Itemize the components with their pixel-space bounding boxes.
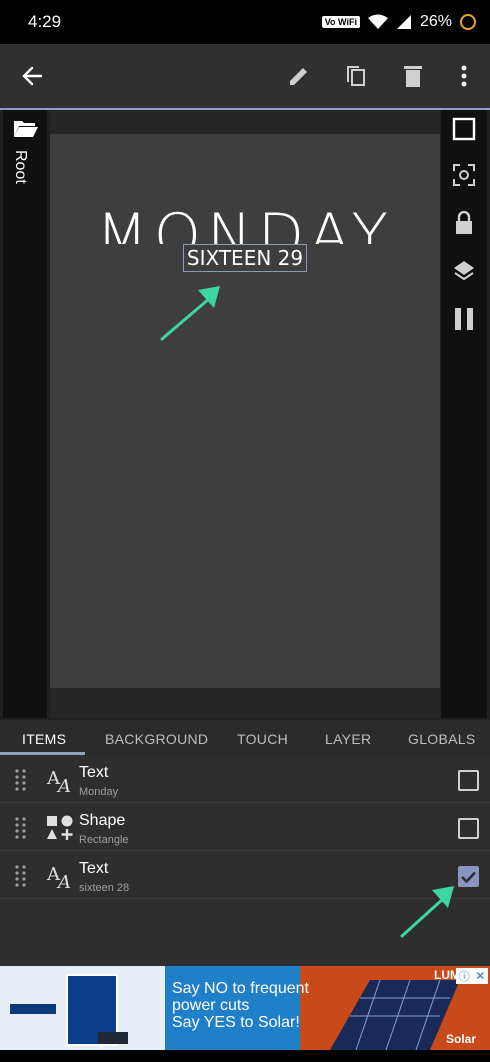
item-checkbox[interactable] — [458, 818, 479, 839]
pause-button[interactable] — [449, 304, 479, 334]
tab-items[interactable]: ITEMS — [22, 720, 66, 747]
left-rail: Root — [3, 110, 47, 718]
signal-icon — [396, 15, 411, 29]
canvas-top-margin — [50, 110, 440, 134]
status-time: 4:29 — [28, 12, 62, 31]
check-icon — [461, 871, 476, 883]
square-icon — [452, 117, 476, 141]
lock-button[interactable] — [449, 208, 479, 238]
layers-icon — [454, 261, 474, 281]
svg-text:A: A — [56, 776, 71, 794]
edit-button[interactable] — [279, 56, 319, 96]
item-subtitle: Monday — [79, 786, 119, 798]
focus-button[interactable] — [449, 160, 479, 190]
trash-icon — [404, 66, 422, 87]
copy-icon — [347, 66, 365, 86]
ad-tag: Solar — [446, 1032, 477, 1046]
tab-bar: ITEMS BACKGROUND TOUCH LAYER GLOBALS — [0, 720, 490, 756]
delete-button[interactable] — [393, 56, 433, 96]
item-subtitle: sixteen 28 — [79, 882, 130, 894]
pause-icon — [455, 308, 473, 330]
drag-handle-icon[interactable] — [14, 768, 28, 792]
text-icon: A A — [46, 864, 71, 890]
ad-line-2: power cuts — [172, 997, 250, 1014]
ad-know-more-badge — [10, 1004, 56, 1014]
tab-globals[interactable]: GLOBALS — [408, 720, 475, 747]
item-subtitle: Rectangle — [79, 834, 129, 846]
monday-text-item[interactable]: MONDAY — [50, 206, 440, 244]
bottom-bar — [0, 1050, 490, 1062]
ad-battery — [98, 1032, 128, 1044]
shape-icon — [47, 815, 73, 840]
ad-text: Say NO to frequent power cuts Say YES to… — [172, 980, 309, 1031]
item-title: Text — [79, 764, 109, 781]
arrow-left-icon — [22, 66, 43, 86]
ad-choices[interactable]: ⓘ ✕ — [456, 968, 488, 984]
items-list: A A Text Monday Shape Rectangle A A Text… — [0, 756, 490, 966]
tab-layer[interactable]: LAYER — [325, 720, 371, 747]
svg-text:A: A — [56, 872, 71, 890]
more-vert-icon — [461, 65, 467, 87]
text-icon: A A — [46, 768, 71, 794]
copy-button[interactable] — [336, 56, 376, 96]
back-button[interactable] — [12, 56, 52, 96]
info-icon[interactable]: ⓘ — [459, 968, 470, 984]
ad-solar-image — [0, 966, 165, 1050]
item-title: Shape — [79, 812, 126, 829]
folder-icon[interactable] — [13, 118, 39, 138]
root-label[interactable]: Root — [11, 150, 29, 184]
lock-icon — [456, 211, 472, 234]
selected-text-item[interactable]: SIXTEEN 29 — [183, 244, 307, 272]
battery-icon — [460, 14, 476, 30]
drag-handle-icon[interactable] — [14, 816, 28, 840]
app-bar — [0, 44, 490, 108]
pencil-icon — [290, 68, 307, 85]
more-options-button[interactable] — [444, 56, 484, 96]
tab-touch[interactable]: TOUCH — [237, 720, 288, 747]
fit-button[interactable] — [449, 114, 479, 144]
item-checkbox[interactable] — [458, 770, 479, 791]
wifi-icon — [367, 14, 388, 29]
close-icon[interactable]: ✕ — [475, 969, 485, 983]
annotation-arrow — [400, 886, 454, 938]
list-item[interactable]: A A Text Monday — [0, 756, 490, 803]
list-item[interactable]: Shape Rectangle — [0, 804, 490, 851]
ad-line-3: Say YES to Solar! — [172, 1014, 300, 1031]
layers-button[interactable] — [449, 256, 479, 286]
annotation-arrow — [160, 286, 220, 341]
preview-canvas[interactable]: MONDAY SIXTEEN 29 — [50, 134, 440, 688]
item-title: Text — [79, 860, 109, 877]
status-bar: 4:29 Vo WiFi 26% — [0, 0, 490, 44]
tab-indicator — [0, 752, 85, 755]
ad-banner[interactable]: Say NO to frequent power cuts Say YES to… — [0, 966, 490, 1050]
ad-line-1: Say NO to frequent — [172, 980, 309, 997]
editor-area: Root MONDAY SIXTEEN 29 — [0, 110, 490, 720]
status-icons: Vo WiFi 26% — [321, 13, 476, 31]
vowifi-badge: Vo WiFi — [321, 16, 360, 28]
drag-handle-icon[interactable] — [14, 864, 28, 888]
focus-icon — [453, 164, 475, 186]
tab-background[interactable]: BACKGROUND — [105, 720, 208, 747]
right-rail — [441, 110, 487, 718]
battery-percent: 26% — [419, 13, 452, 30]
canvas-bottom-margin — [50, 688, 440, 718]
